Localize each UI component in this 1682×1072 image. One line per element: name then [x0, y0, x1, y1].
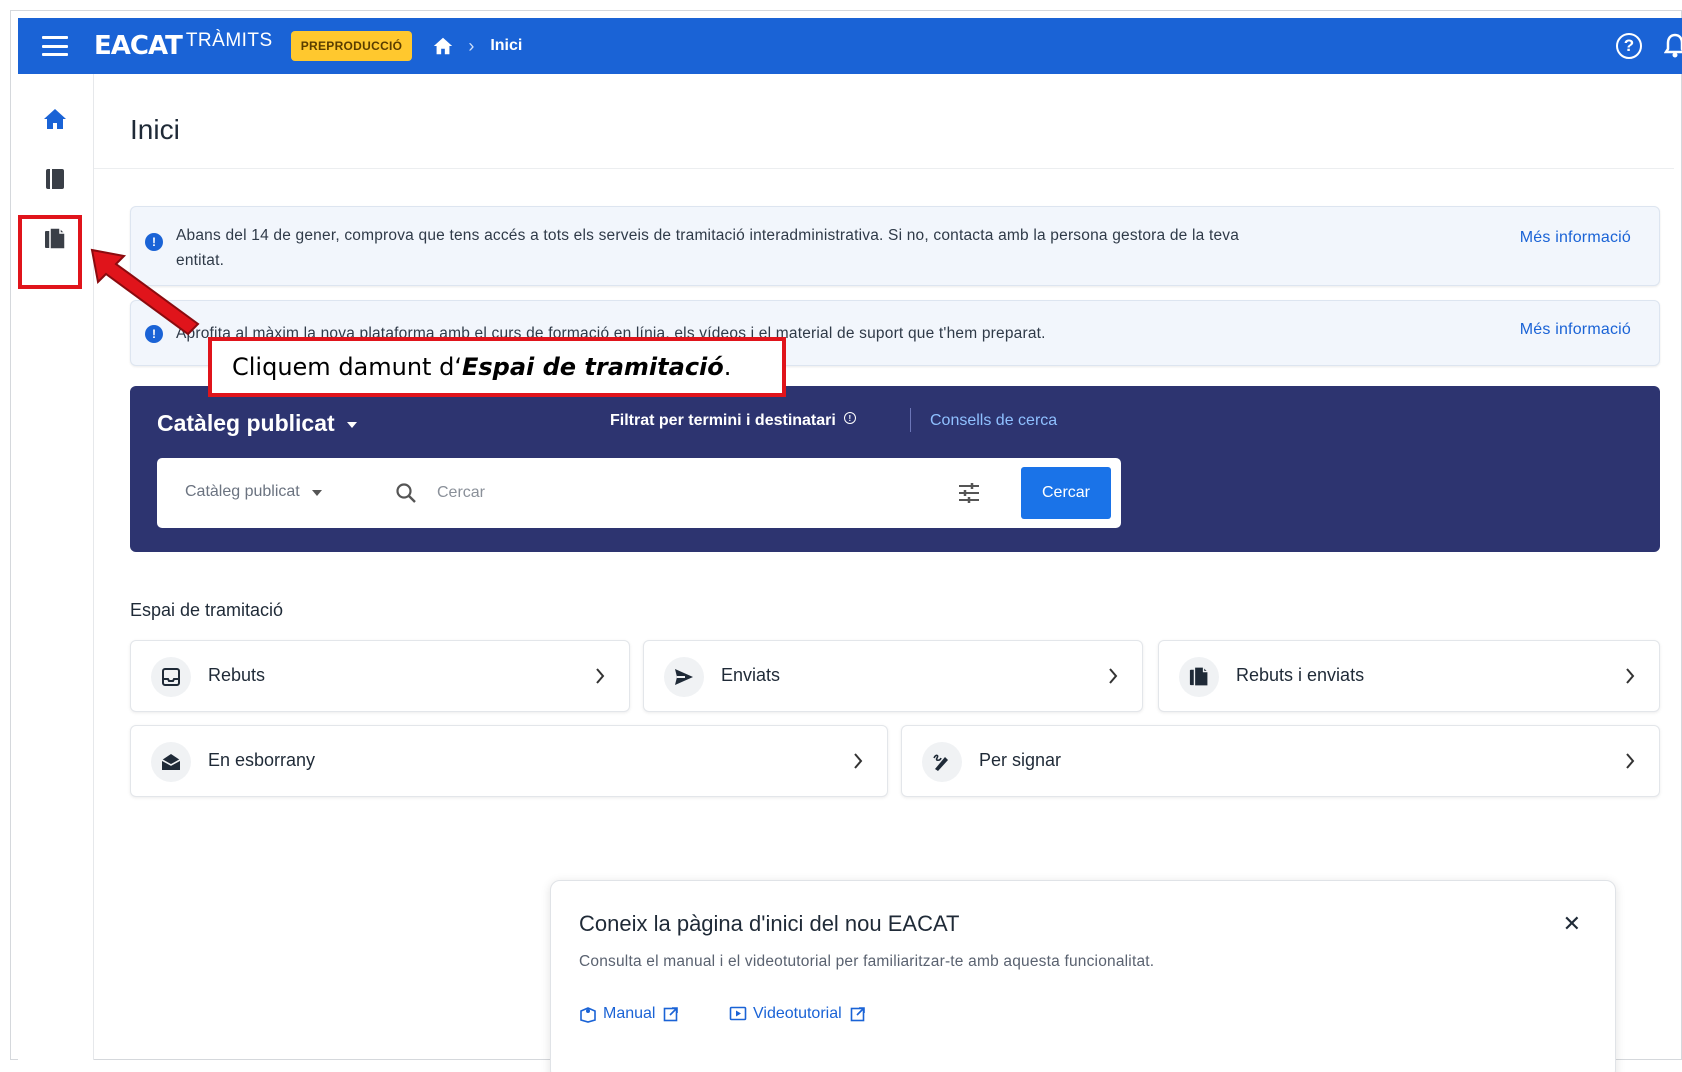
annotation-highlight-box — [18, 215, 82, 289]
external-link-icon — [664, 1007, 679, 1022]
inbox-icon — [151, 657, 191, 697]
chevron-down-icon — [311, 490, 322, 496]
filter-settings-icon[interactable] — [957, 482, 981, 504]
manual-book-icon — [580, 1007, 596, 1023]
chevron-right-icon — [596, 668, 605, 684]
chevron-right-icon — [1626, 668, 1635, 684]
top-app-bar: EACAT TRÀMITS PREPRODUCCIÓ › Inici ? — [18, 18, 1682, 74]
videotutorial-link[interactable]: Videotutorial — [729, 1005, 866, 1023]
breadcrumb-separator-icon: › — [468, 35, 475, 56]
manual-link[interactable]: Manual — [579, 1005, 679, 1023]
breadcrumb-home-icon[interactable] — [432, 35, 454, 57]
filter-info-icon[interactable]: ! — [843, 412, 856, 424]
card-per-signar[interactable]: Per signar — [901, 725, 1660, 797]
mes-informacio-link[interactable]: Més informació — [1520, 321, 1631, 339]
card-label: Rebuts i enviats — [1236, 665, 1365, 685]
search-button[interactable]: Cercar — [1021, 467, 1111, 519]
external-link-icon — [850, 1007, 865, 1022]
close-icon[interactable]: ✕ — [1563, 911, 1581, 937]
title-divider — [94, 168, 1674, 169]
catalog-search-panel: Catàleg publicat Filtrat per termini i d… — [130, 386, 1660, 552]
annotation-callout: Cliquem damunt d‘ Espai de tramitació. — [208, 337, 786, 397]
environment-badge: PREPRODUCCIÓ — [290, 31, 413, 61]
menu-icon[interactable] — [42, 36, 68, 56]
search-icon — [396, 483, 416, 503]
breadcrumb-current: Inici — [490, 37, 523, 54]
top-actions: ? — [1616, 33, 1682, 59]
onboarding-popover: Coneix la pàgina d'inici del nou EACAT ✕… — [550, 880, 1616, 1072]
mes-informacio-link[interactable]: Més informació — [1520, 229, 1631, 247]
video-play-icon — [729, 1006, 747, 1021]
card-label: Enviats — [721, 665, 781, 685]
popover-description: Consulta el manual i el videotutorial pe… — [579, 953, 1155, 970]
divider — [910, 408, 911, 432]
card-en-esborrany[interactable]: En esborrany — [130, 725, 888, 797]
chevron-right-icon — [854, 753, 863, 769]
chevron-down-icon — [346, 421, 357, 428]
page-title: Inici — [130, 114, 180, 145]
draft-mail-icon — [151, 742, 191, 782]
search-tips-link[interactable]: Consells de cerca — [930, 412, 1057, 430]
card-label: Per signar — [979, 750, 1062, 770]
signature-icon — [922, 742, 962, 782]
send-icon — [664, 657, 704, 697]
card-label: Rebuts — [208, 665, 266, 685]
app-logo-suffix: TRÀMITS — [185, 30, 273, 51]
section-title-espai-tramitacio: Espai de tramitació — [130, 600, 284, 620]
card-enviats[interactable]: Enviats — [643, 640, 1143, 712]
card-rebuts[interactable]: Rebuts — [130, 640, 630, 712]
search-input[interactable] — [437, 480, 917, 506]
card-label: En esborrany — [208, 750, 316, 770]
rail-home-icon[interactable] — [40, 104, 70, 134]
search-scope-select[interactable]: Catàleg publicat — [185, 483, 322, 501]
catalog-selector[interactable]: Catàleg publicat — [157, 410, 357, 437]
annotation-arrow-icon — [90, 248, 200, 336]
documents-icon — [1179, 657, 1219, 697]
search-bar: Catàleg publicat Cercar — [157, 458, 1121, 528]
chevron-right-icon — [1626, 753, 1635, 769]
help-icon[interactable]: ? — [1616, 33, 1642, 59]
popover-title: Coneix la pàgina d'inici del nou EACAT — [579, 911, 960, 936]
notifications-bell-icon[interactable] — [1664, 33, 1682, 59]
filter-description: Filtrat per termini i destinatari ! — [610, 412, 856, 430]
alert-text: Abans del 14 de gener, comprova que tens… — [176, 227, 1240, 269]
chevron-right-icon — [1109, 668, 1118, 684]
card-rebuts-i-enviats[interactable]: Rebuts i enviats — [1158, 640, 1660, 712]
rail-catalog-book-icon[interactable] — [40, 164, 70, 194]
app-logo[interactable]: EACAT — [94, 31, 183, 61]
info-alert-access: ! Abans del 14 de gener, comprova que te… — [130, 206, 1660, 286]
